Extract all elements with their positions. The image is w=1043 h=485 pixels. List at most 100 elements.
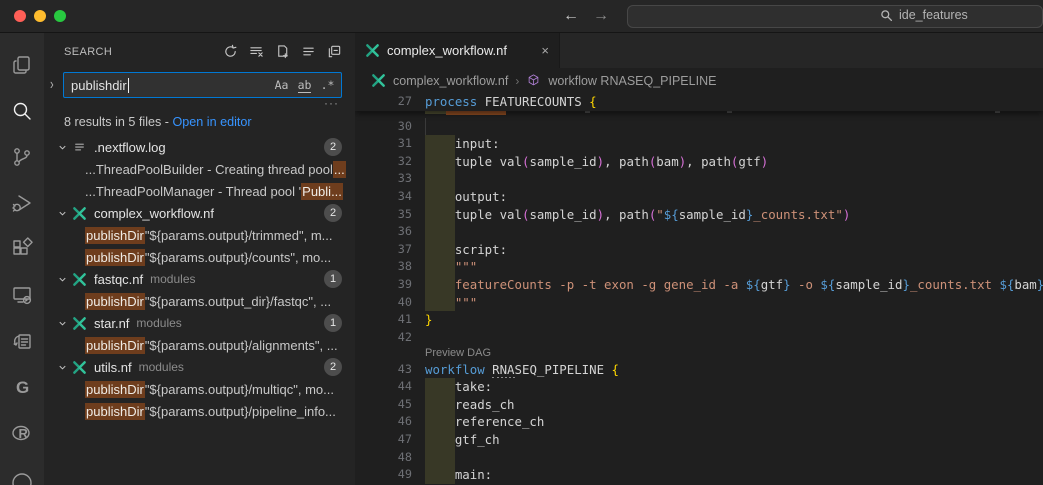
regex-toggle[interactable]: .* xyxy=(318,76,337,95)
code-line[interactable]: 37 script: xyxy=(355,241,1043,259)
tab-complex-workflow[interactable]: complex_workflow.nf × xyxy=(355,33,560,68)
codelens-preview-dag[interactable]: Preview DAG xyxy=(355,346,1043,360)
code-line-content[interactable]: gtf_ch xyxy=(425,431,1043,449)
line-number[interactable]: 38 xyxy=(355,258,425,276)
match-case-toggle[interactable]: Aa xyxy=(272,76,291,95)
code-editor[interactable]: 27process FEATURECOUNTS {3031 input:32 t… xyxy=(355,93,1043,485)
code-line-content[interactable] xyxy=(425,118,1043,136)
line-number[interactable]: 41 xyxy=(355,311,425,329)
match-result-row[interactable]: ...ThreadPoolBuilder - Creating thread p… xyxy=(44,158,355,180)
code-line[interactable]: 42 xyxy=(355,329,1043,347)
code-line-content[interactable]: take: xyxy=(425,378,1043,396)
file-result-row[interactable]: star.nfmodules1 xyxy=(44,312,355,334)
code-line-content[interactable]: } xyxy=(425,311,1043,329)
code-line[interactable]: 46 reference_ch xyxy=(355,413,1043,431)
code-line[interactable]: 40 """ xyxy=(355,294,1043,312)
code-line-content[interactable]: """ xyxy=(425,258,1043,276)
line-number[interactable]: 44 xyxy=(355,378,425,396)
toggle-search-details-icon[interactable]: ··· xyxy=(324,98,339,111)
code-line-content[interactable]: script: xyxy=(425,241,1043,259)
code-line[interactable]: 43workflow RNASEQ_PIPELINE { xyxy=(355,361,1043,379)
file-result-row[interactable]: complex_workflow.nf2 xyxy=(44,202,355,224)
line-number[interactable]: 30 xyxy=(355,118,425,136)
open-in-editor-link[interactable]: Open in editor xyxy=(173,115,252,129)
line-number[interactable]: 39 xyxy=(355,276,425,294)
code-line-content[interactable]: tuple val(sample_id), path("${sample_id}… xyxy=(425,206,1043,224)
line-number[interactable]: 35 xyxy=(355,206,425,224)
match-result-row[interactable]: publishDir "${params.output}/pipeline_in… xyxy=(44,400,355,422)
line-number[interactable]: 45 xyxy=(355,396,425,414)
line-number[interactable]: 42 xyxy=(355,329,425,347)
code-line[interactable]: 30 xyxy=(355,118,1043,136)
close-window-button[interactable] xyxy=(14,10,26,22)
whole-word-toggle[interactable]: ab xyxy=(295,76,314,95)
file-result-row[interactable]: fastqc.nfmodules1 xyxy=(44,268,355,290)
minimize-window-button[interactable] xyxy=(34,10,46,22)
file-result-row[interactable]: utils.nfmodules2 xyxy=(44,356,355,378)
open-new-search-editor-icon[interactable] xyxy=(273,43,291,61)
match-result-row[interactable]: publishDir "${params.output}/counts", mo… xyxy=(44,246,355,268)
match-result-row[interactable]: publishDir "${params.output}/alignments"… xyxy=(44,334,355,356)
refresh-icon[interactable] xyxy=(221,43,239,61)
match-result-row[interactable]: publishDir "${params.output}/multiqc", m… xyxy=(44,378,355,400)
code-line-content[interactable]: workflow RNASEQ_PIPELINE { xyxy=(425,361,1043,379)
code-line[interactable]: 41} xyxy=(355,311,1043,329)
code-line-content[interactable]: process FEATURECOUNTS { xyxy=(425,93,1043,111)
code-line-content[interactable]: tuple val(sample_id), path(bam), path(gt… xyxy=(425,153,1043,171)
code-line-content[interactable] xyxy=(425,223,1043,241)
toggle-replace-chevron-icon[interactable]: › xyxy=(50,77,63,94)
code-line[interactable]: 39 featureCounts -p -t exon -g gene_id -… xyxy=(355,276,1043,294)
file-result-row[interactable]: .nextflow.log2 xyxy=(44,136,355,158)
search-icon[interactable] xyxy=(0,88,44,134)
code-line[interactable]: 36 xyxy=(355,223,1043,241)
match-result-row[interactable]: publishDir "${params.output_dir}/fastqc"… xyxy=(44,290,355,312)
line-number[interactable]: 48 xyxy=(355,449,425,467)
code-line-content[interactable]: reads_ch xyxy=(425,396,1043,414)
line-number[interactable]: 37 xyxy=(355,241,425,259)
navigate-back-button[interactable]: ← xyxy=(563,7,579,25)
line-number[interactable]: 27 xyxy=(355,93,425,111)
clear-search-results-icon[interactable] xyxy=(247,43,265,61)
match-result-row[interactable]: publishDir "${params.output}/trimmed", m… xyxy=(44,224,355,246)
close-tab-icon[interactable]: × xyxy=(541,43,549,58)
breadcrumb-symbol[interactable]: workflow RNASEQ_PIPELINE xyxy=(548,74,716,88)
view-as-list-icon[interactable] xyxy=(299,43,317,61)
account-icon[interactable] xyxy=(0,456,44,485)
line-number[interactable]: 47 xyxy=(355,431,425,449)
line-number[interactable]: 33 xyxy=(355,170,425,188)
maximize-window-button[interactable] xyxy=(54,10,66,22)
remote-explorer-icon[interactable] xyxy=(0,272,44,318)
line-number[interactable]: 32 xyxy=(355,153,425,171)
code-line-content[interactable]: input: xyxy=(425,135,1043,153)
code-line[interactable]: 47 gtf_ch xyxy=(355,431,1043,449)
code-line[interactable]: 33 xyxy=(355,170,1043,188)
code-line[interactable]: 48 xyxy=(355,449,1043,467)
collapse-all-icon[interactable] xyxy=(325,43,343,61)
line-number[interactable]: 49 xyxy=(355,466,425,484)
explorer-icon[interactable] xyxy=(0,42,44,88)
match-result-row[interactable]: ...ThreadPoolManager - Thread pool 'Publ… xyxy=(44,180,355,202)
code-line[interactable]: 38 """ xyxy=(355,258,1043,276)
navigate-forward-button[interactable]: → xyxy=(593,7,609,25)
code-line-content[interactable]: """ xyxy=(425,294,1043,312)
gitlens-icon[interactable]: G xyxy=(0,364,44,410)
line-number[interactable]: 46 xyxy=(355,413,425,431)
command-center-search-box[interactable]: ide_features xyxy=(627,5,1043,28)
code-line-content[interactable] xyxy=(425,449,1043,467)
line-number[interactable]: 36 xyxy=(355,223,425,241)
code-line[interactable]: 32 tuple val(sample_id), path(bam), path… xyxy=(355,153,1043,171)
code-line-content[interactable]: featureCounts -p -t exon -g gene_id -a $… xyxy=(425,276,1043,294)
sticky-scroll-line[interactable]: 27process FEATURECOUNTS { xyxy=(355,93,1043,111)
line-number[interactable]: 40 xyxy=(355,294,425,312)
code-line-content[interactable] xyxy=(425,329,1043,347)
source-control-icon[interactable] xyxy=(0,134,44,180)
code-line[interactable]: 31 input: xyxy=(355,135,1043,153)
task-runner-icon[interactable] xyxy=(0,318,44,364)
code-line[interactable]: 49 main: xyxy=(355,466,1043,484)
code-line-content[interactable]: reference_ch xyxy=(425,413,1043,431)
line-number[interactable]: 31 xyxy=(355,135,425,153)
search-input[interactable]: publishdir Aa ab .* xyxy=(63,72,342,98)
code-line[interactable]: 34 output: xyxy=(355,188,1043,206)
extensions-icon[interactable] xyxy=(0,226,44,272)
code-line-content[interactable]: output: xyxy=(425,188,1043,206)
